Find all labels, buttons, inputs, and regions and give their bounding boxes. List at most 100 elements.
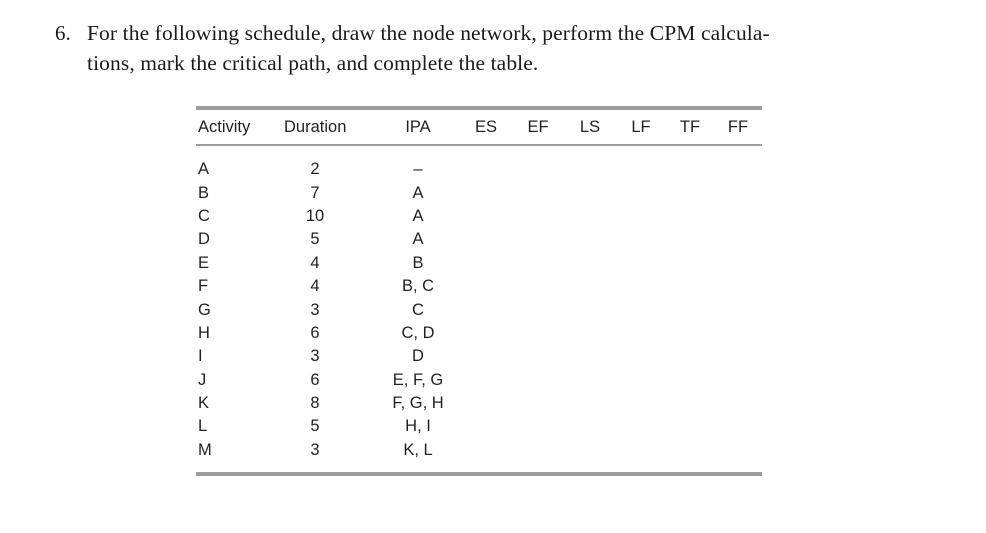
- cell-ef[interactable]: [512, 181, 564, 204]
- cell-activity: L: [198, 417, 208, 436]
- cell-lf[interactable]: [616, 345, 666, 368]
- cell-ef[interactable]: [512, 298, 564, 321]
- cell-tf[interactable]: [666, 369, 714, 392]
- cell-duration: 4: [310, 277, 320, 296]
- cell-activity: B: [198, 183, 210, 202]
- cell-ff[interactable]: [714, 205, 762, 228]
- cell-duration: 8: [310, 394, 320, 413]
- cell-ef[interactable]: [512, 275, 564, 298]
- cell-ef[interactable]: [512, 345, 564, 368]
- cell-es[interactable]: [460, 205, 512, 228]
- cell-ff[interactable]: [714, 392, 762, 415]
- cell-es[interactable]: [460, 369, 512, 392]
- cell-ef[interactable]: [512, 205, 564, 228]
- cell-lf[interactable]: [616, 298, 666, 321]
- cell-es[interactable]: [460, 181, 512, 204]
- cell-lf[interactable]: [616, 392, 666, 415]
- cell-lf[interactable]: [616, 252, 666, 275]
- cell-ls[interactable]: [564, 228, 616, 251]
- cell-tf[interactable]: [666, 345, 714, 368]
- cell-tf[interactable]: [666, 298, 714, 321]
- cell-ff[interactable]: [714, 322, 762, 345]
- question-text: For the following schedule, draw the nod…: [87, 18, 940, 78]
- cell-lf[interactable]: [616, 181, 666, 204]
- cell-ls[interactable]: [564, 345, 616, 368]
- column-header-ff: FF: [727, 117, 749, 136]
- cell-ef[interactable]: [512, 415, 564, 438]
- cell-ef[interactable]: [512, 392, 564, 415]
- cell-lf[interactable]: [616, 369, 666, 392]
- column-header-lf: LF: [631, 117, 651, 136]
- table-row: E 4 B: [196, 252, 762, 275]
- question-line-1: For the following schedule, draw the nod…: [87, 21, 770, 45]
- cell-ls[interactable]: [564, 392, 616, 415]
- cell-ef[interactable]: [512, 369, 564, 392]
- cell-ls[interactable]: [564, 369, 616, 392]
- cell-lf[interactable]: [616, 228, 666, 251]
- cell-ff[interactable]: [714, 415, 762, 438]
- cell-es[interactable]: [460, 275, 512, 298]
- cell-activity: G: [198, 300, 211, 319]
- cell-ef[interactable]: [512, 252, 564, 275]
- cell-ls[interactable]: [564, 158, 616, 181]
- cell-duration: 3: [310, 300, 320, 319]
- cell-lf[interactable]: [616, 205, 666, 228]
- cell-lf[interactable]: [616, 158, 666, 181]
- cell-es[interactable]: [460, 158, 512, 181]
- table-row: F 4 B, C: [196, 275, 762, 298]
- cell-lf[interactable]: [616, 439, 666, 462]
- cell-ff[interactable]: [714, 345, 762, 368]
- cell-ef[interactable]: [512, 158, 564, 181]
- cpm-schedule-table: Activity Duration IPA ES EF LS LF TF FF: [196, 110, 762, 144]
- cell-ff[interactable]: [714, 228, 762, 251]
- cell-ls[interactable]: [564, 181, 616, 204]
- cell-tf[interactable]: [666, 275, 714, 298]
- cell-tf[interactable]: [666, 439, 714, 462]
- cell-es[interactable]: [460, 228, 512, 251]
- column-header-duration: Duration: [284, 117, 347, 136]
- cell-es[interactable]: [460, 415, 512, 438]
- table-body-bottom-spacer: [196, 462, 762, 472]
- cell-ef[interactable]: [512, 228, 564, 251]
- column-header-ipa: IPA: [405, 117, 431, 136]
- cell-lf[interactable]: [616, 322, 666, 345]
- cpm-schedule-body-table: A 2 – B 7 A C 10 A D 5 A E 4 B F 4 B, C G 3 C H 6 C, D I 3 D J 6 E, F…: [196, 158, 762, 462]
- cell-tf[interactable]: [666, 322, 714, 345]
- cell-ls[interactable]: [564, 322, 616, 345]
- question-number: 6.: [55, 21, 71, 45]
- cell-es[interactable]: [460, 298, 512, 321]
- cell-tf[interactable]: [666, 158, 714, 181]
- cell-ef[interactable]: [512, 322, 564, 345]
- cell-activity: F: [198, 277, 209, 296]
- cell-ef[interactable]: [512, 439, 564, 462]
- cell-lf[interactable]: [616, 415, 666, 438]
- cell-tf[interactable]: [666, 252, 714, 275]
- cell-lf[interactable]: [616, 275, 666, 298]
- cell-tf[interactable]: [666, 205, 714, 228]
- cell-tf[interactable]: [666, 181, 714, 204]
- cell-es[interactable]: [460, 322, 512, 345]
- table-body-top-spacer: [196, 146, 762, 158]
- cell-activity: E: [198, 253, 210, 272]
- cell-ls[interactable]: [564, 252, 616, 275]
- cell-ff[interactable]: [714, 275, 762, 298]
- cell-ls[interactable]: [564, 439, 616, 462]
- cell-es[interactable]: [460, 252, 512, 275]
- cell-tf[interactable]: [666, 415, 714, 438]
- cell-ff[interactable]: [714, 369, 762, 392]
- cell-tf[interactable]: [666, 228, 714, 251]
- cell-ff[interactable]: [714, 298, 762, 321]
- table-row: G 3 C: [196, 298, 762, 321]
- cell-ff[interactable]: [714, 181, 762, 204]
- cell-ls[interactable]: [564, 275, 616, 298]
- cell-tf[interactable]: [666, 392, 714, 415]
- cell-ff[interactable]: [714, 439, 762, 462]
- cell-es[interactable]: [460, 392, 512, 415]
- cell-es[interactable]: [460, 439, 512, 462]
- cell-ff[interactable]: [714, 158, 762, 181]
- cell-es[interactable]: [460, 345, 512, 368]
- cell-ls[interactable]: [564, 415, 616, 438]
- cell-ls[interactable]: [564, 205, 616, 228]
- cell-ff[interactable]: [714, 252, 762, 275]
- cell-ls[interactable]: [564, 298, 616, 321]
